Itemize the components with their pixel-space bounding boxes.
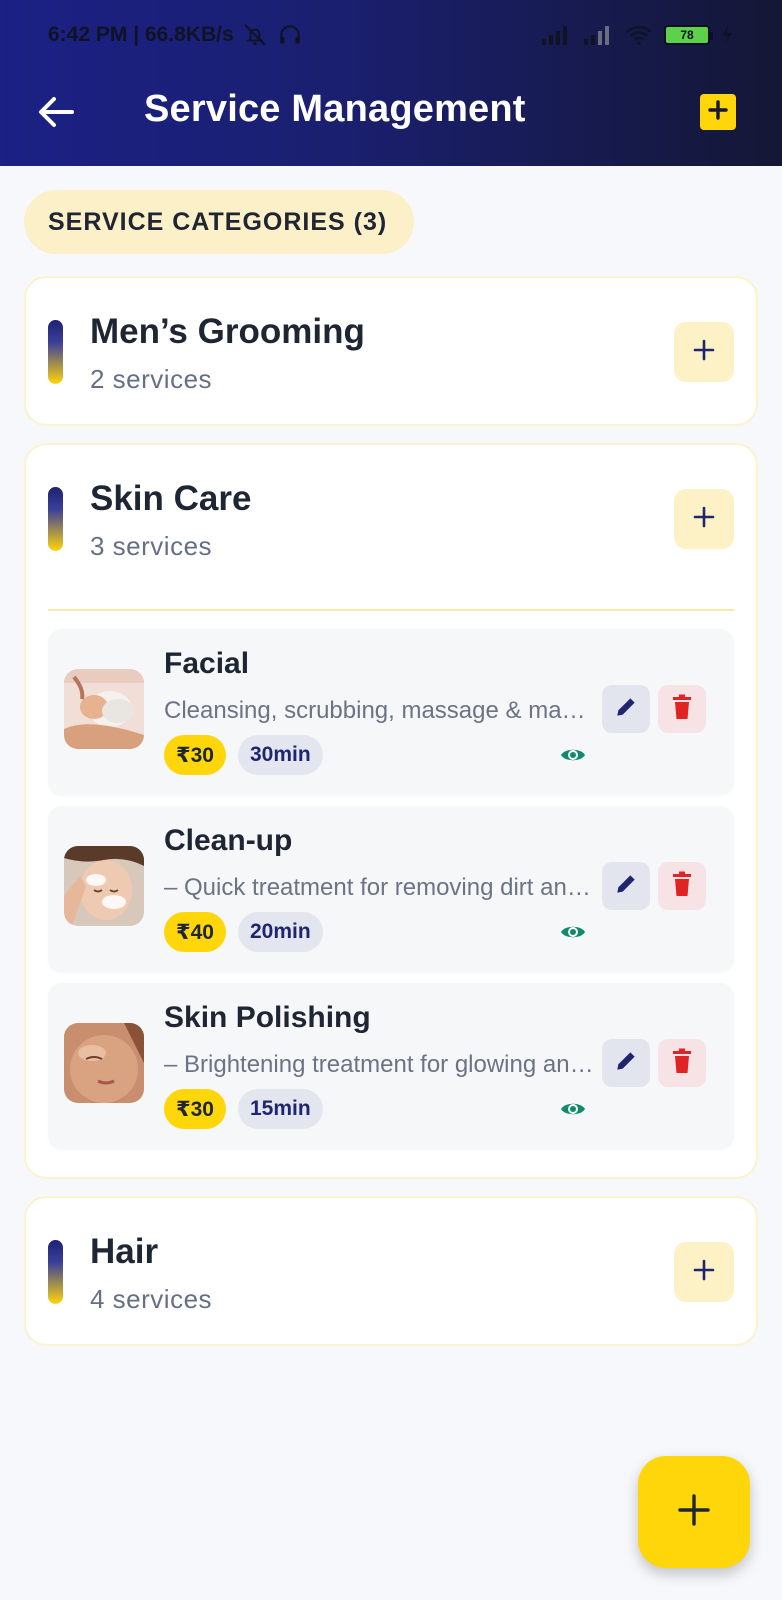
service-thumbnail: [64, 846, 144, 926]
status-right: 78: [540, 24, 734, 46]
category-title: Hair: [90, 1232, 159, 1271]
edit-button[interactable]: [602, 1039, 650, 1087]
plus-icon: [692, 338, 716, 367]
category-accent: [48, 320, 63, 384]
trash-icon: [670, 1048, 694, 1079]
visible-eye-icon[interactable]: [558, 1097, 588, 1121]
edit-button[interactable]: [602, 862, 650, 910]
pencil-icon: [613, 694, 639, 725]
category-title: Skin Care: [90, 479, 252, 518]
page-title: Service Management: [144, 88, 526, 130]
section-label: SERVICE CATEGORIES (3): [24, 190, 414, 254]
category-header[interactable]: Hair 4 services: [26, 1198, 756, 1346]
delete-button[interactable]: [658, 685, 706, 733]
mute-bell-icon: [242, 22, 268, 48]
plus-icon: [692, 505, 716, 534]
status-time-speed: 6:42 PM | 66.8KB/s: [48, 23, 234, 46]
trash-icon: [670, 871, 694, 902]
visible-eye-icon[interactable]: [558, 920, 588, 944]
service-item[interactable]: Clean-up – Quick treatment for removing …: [48, 806, 734, 972]
arrow-left-icon: [38, 96, 74, 133]
service-name: Facial: [164, 647, 250, 680]
charging-icon: [720, 24, 734, 46]
visible-eye-icon[interactable]: [558, 743, 588, 767]
service-thumbnail: [64, 1023, 144, 1103]
signal-icon: [540, 24, 572, 46]
duration-badge: 30min: [238, 735, 323, 775]
delete-button[interactable]: [658, 1039, 706, 1087]
service-name: Skin Polishing: [164, 1001, 371, 1034]
divider: [48, 609, 734, 611]
category-header[interactable]: Men’s Grooming 2 services: [26, 278, 756, 426]
price-badge: ₹30: [164, 1089, 226, 1129]
wifi-icon: [624, 24, 654, 46]
status-bar: 6:42 PM | 66.8KB/s 78: [0, 0, 782, 70]
status-left: 6:42 PM | 66.8KB/s: [48, 22, 304, 48]
add-service-button[interactable]: [674, 1242, 734, 1302]
service-description: – Quick treatment for removing dirt and …: [164, 874, 594, 901]
battery-icon: 78: [664, 25, 713, 45]
category-card[interactable]: Hair 4 services: [24, 1196, 758, 1346]
pencil-icon: [613, 871, 639, 902]
duration-badge: 20min: [238, 912, 323, 952]
service-description: – Brightening treatment for glowing and …: [164, 1051, 594, 1078]
category-card[interactable]: Men’s Grooming 2 services: [24, 276, 758, 426]
category-title: Men’s Grooming: [90, 312, 365, 351]
trash-icon: [670, 694, 694, 725]
category-header[interactable]: Skin Care 3 services: [26, 445, 756, 593]
plus-icon: [677, 1493, 711, 1532]
category-count: 3 services: [90, 531, 213, 561]
header: 6:42 PM | 66.8KB/s 78 Service Management: [0, 0, 782, 166]
add-service-button[interactable]: [674, 489, 734, 549]
service-item[interactable]: Facial Cleansing, scrubbing, massage & m…: [48, 629, 734, 795]
delete-button[interactable]: [658, 862, 706, 910]
back-button[interactable]: [32, 90, 80, 138]
add-service-button[interactable]: [674, 322, 734, 382]
plus-icon: [707, 99, 729, 126]
service-thumbnail: [64, 669, 144, 749]
pencil-icon: [613, 1048, 639, 1079]
category-accent: [48, 487, 63, 551]
add-fab-button[interactable]: [638, 1456, 750, 1568]
category-count: 4 services: [90, 1284, 213, 1314]
service-name: Clean-up: [164, 824, 293, 857]
signal-icon-2: [582, 24, 614, 46]
edit-button[interactable]: [602, 685, 650, 733]
category-accent: [48, 1240, 63, 1304]
service-item[interactable]: Skin Polishing – Brightening treatment f…: [48, 983, 734, 1149]
duration-badge: 15min: [238, 1089, 323, 1129]
add-category-button[interactable]: [700, 94, 736, 130]
app-bar: Service Management: [0, 70, 782, 166]
category-count: 2 services: [90, 364, 213, 394]
price-badge: ₹30: [164, 735, 226, 775]
headphones-icon: [276, 22, 304, 48]
plus-icon: [692, 1258, 716, 1287]
category-card[interactable]: Skin Care 3 services Facial Cleansing, s…: [24, 443, 758, 1179]
service-description: Cleansing, scrubbing, massage & mask for…: [164, 697, 594, 724]
price-badge: ₹40: [164, 912, 226, 952]
